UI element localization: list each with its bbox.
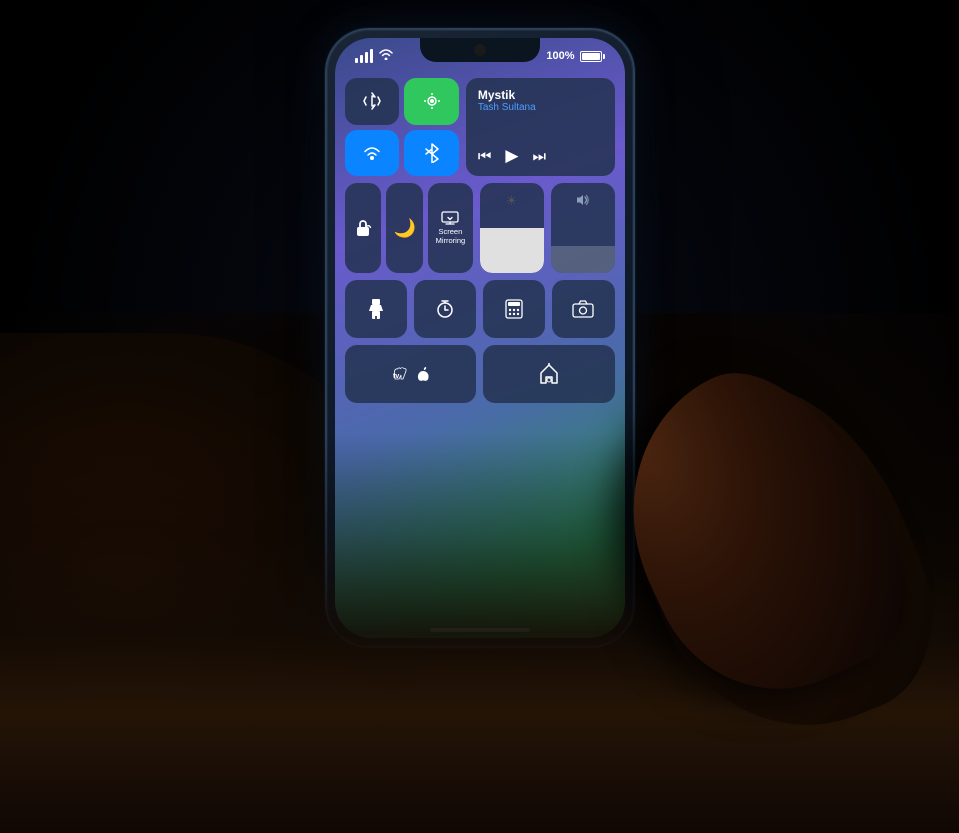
signal-bar-3 [365, 52, 368, 63]
screen-mirroring-button[interactable]: ScreenMirroring [428, 183, 472, 273]
airplane-mode-button[interactable] [345, 78, 400, 125]
apple-tv-button[interactable]: tv [345, 345, 477, 403]
brightness-slider[interactable]: ☀ [480, 183, 544, 273]
battery-percent: 100% [546, 50, 574, 62]
bottom-row-1 [345, 280, 615, 338]
timer-button[interactable] [414, 280, 476, 338]
svg-text:tv: tv [393, 373, 399, 380]
battery-icon [580, 51, 605, 62]
screen-mirror-icon [441, 211, 459, 225]
signal-bar-1 [355, 58, 358, 63]
lock-icon [353, 218, 373, 238]
appletv-icon: tv [391, 367, 411, 381]
song-title: Mystik [478, 88, 603, 102]
flashlight-icon [367, 298, 385, 320]
calculator-button[interactable] [483, 280, 545, 338]
notch [420, 38, 540, 62]
flashlight-button[interactable] [345, 280, 407, 338]
row-2: 🌙 ScreenMirroring ☀ [345, 183, 615, 273]
prev-button[interactable]: ⏮ [478, 148, 492, 165]
brightness-fill [480, 228, 544, 273]
sun-icon: ☀ [506, 193, 518, 209]
do-not-disturb-button[interactable]: 🌙 [386, 183, 423, 273]
phone-frame: 100% Mystik Tash Sultana ⏮ ▶ ⏭ [325, 28, 635, 648]
calculator-icon [505, 299, 523, 319]
volume-fill [551, 246, 615, 273]
timer-icon [435, 299, 455, 319]
speaker-icon [575, 193, 591, 207]
wifi-button[interactable] [345, 130, 400, 177]
artist-name: Tash Sultana [478, 102, 603, 113]
cellular-button[interactable] [404, 78, 459, 125]
signal-area [355, 49, 393, 63]
next-button[interactable]: ⏭ [532, 148, 546, 165]
volume-slider[interactable] [551, 183, 615, 273]
camera-icon [572, 300, 594, 318]
connectivity-grid [345, 78, 459, 176]
screen-mirror-label: ScreenMirroring [436, 227, 466, 245]
camera-button[interactable] [552, 280, 614, 338]
notch-camera [474, 44, 486, 56]
top-row: Mystik Tash Sultana ⏮ ▶ ⏭ [345, 78, 615, 176]
playback-controls: ⏮ ▶ ⏭ [478, 146, 603, 166]
moon-icon: 🌙 [394, 218, 416, 239]
signal-bars [355, 49, 373, 63]
signal-bar-4 [370, 49, 373, 63]
home-icon [538, 363, 560, 385]
scene: 100% Mystik Tash Sultana ⏮ ▶ ⏭ [0, 0, 959, 833]
home-bar [430, 628, 530, 632]
battery-area: 100% [546, 50, 604, 62]
phone-screen: 100% Mystik Tash Sultana ⏮ ▶ ⏭ [335, 38, 625, 638]
bottom-row-2: tv [345, 345, 615, 403]
wifi-status-icon [379, 49, 393, 63]
signal-bar-2 [360, 55, 363, 63]
music-info: Mystik Tash Sultana [478, 88, 603, 113]
bluetooth-button[interactable] [404, 130, 459, 177]
left-controls: 🌙 ScreenMirroring [345, 183, 473, 273]
music-widget[interactable]: Mystik Tash Sultana ⏮ ▶ ⏭ [466, 78, 615, 176]
control-center: Mystik Tash Sultana ⏮ ▶ ⏭ 🌙 ScreenMirror… [345, 74, 615, 618]
apple-icon [416, 366, 430, 382]
screen-lock-button[interactable] [345, 183, 382, 273]
home-button[interactable] [483, 345, 615, 403]
play-button[interactable]: ▶ [505, 146, 518, 166]
